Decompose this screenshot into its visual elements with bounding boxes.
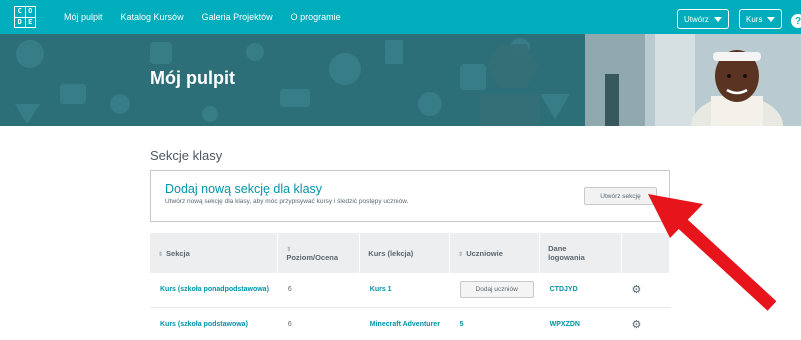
logo-letter-o: O xyxy=(25,7,35,17)
section-login-code-link[interactable]: CTDJYD xyxy=(539,273,622,308)
add-section-description: Utwórz nową sekcję dla klasy, aby móc pr… xyxy=(165,198,409,205)
gear-icon[interactable]: ⚙ xyxy=(632,284,642,296)
section-course-link[interactable]: Kurs 1 xyxy=(359,273,450,308)
page-title: Mój pulpit xyxy=(150,68,235,88)
nav-link-my-dashboard[interactable]: Mój pulpit xyxy=(64,12,103,22)
code-org-logo[interactable]: C O D E xyxy=(14,6,36,28)
section-actions-cell: ⚙ xyxy=(621,273,670,308)
section-students-cell: Dodaj uczniów xyxy=(449,273,540,308)
nav-link-project-gallery[interactable]: Galeria Projektów xyxy=(202,12,273,22)
create-dropdown-label: Utwórz xyxy=(684,14,709,24)
sort-icon: ⇕ xyxy=(458,251,464,258)
course-dropdown-label: Kurs xyxy=(746,14,763,24)
help-icon[interactable]: ? xyxy=(791,14,801,28)
add-section-panel: Dodaj nową sekcję dla klasy Utwórz nową … xyxy=(150,170,670,222)
column-header-section[interactable]: ⇕ Sekcja xyxy=(150,233,279,273)
chevron-down-icon xyxy=(767,16,776,22)
column-header-students-label: Uczniowie xyxy=(466,248,503,258)
top-nav-bar: C O D E Mój pulpit Katalog Kursów Galeri… xyxy=(0,0,801,34)
nav-links: Mój pulpit Katalog Kursów Galeria Projek… xyxy=(64,0,341,34)
section-students-count-link[interactable]: 5 xyxy=(449,307,540,340)
section-name-link[interactable]: Kurs (szkoła podstawowa) xyxy=(150,307,278,340)
course-dropdown-button[interactable]: Kurs xyxy=(739,9,783,29)
column-header-login-label: Dane logowania xyxy=(548,244,585,262)
section-actions-cell: ⚙ xyxy=(621,307,670,340)
add-students-button[interactable]: Dodaj uczniów xyxy=(459,281,534,299)
sections-table: ⇕ Sekcja ⇕ Poziom/Ocena Kurs (lekcja) ⇕ Ucz… xyxy=(150,233,670,340)
column-header-level-label: Poziom/Ocena xyxy=(286,253,339,262)
gear-icon[interactable]: ⚙ xyxy=(632,319,642,331)
add-section-title: Dodaj nową sekcję dla klasy xyxy=(165,182,323,196)
column-header-actions xyxy=(621,233,670,273)
column-header-login: Dane logowania xyxy=(539,233,623,273)
column-header-course-label: Kurs (lekcja) xyxy=(368,248,414,258)
table-row: Kurs (szkoła podstawowa) 6 Minecraft Adv… xyxy=(150,307,670,340)
column-header-students[interactable]: ⇕ Uczniowie xyxy=(449,233,541,273)
logo-letter-d: D xyxy=(15,17,25,27)
column-header-level[interactable]: ⇕ Poziom/Ocena xyxy=(277,233,361,273)
section-login-code-link[interactable]: WPXZDN xyxy=(539,307,622,340)
column-header-course: Kurs (lekcja) xyxy=(359,233,451,273)
logo-letter-e: E xyxy=(25,17,35,27)
dashboard-banner: Mój pulpit xyxy=(0,34,801,126)
logo-letter-c: C xyxy=(15,7,25,17)
section-level: 6 xyxy=(277,307,360,340)
create-dropdown-button[interactable]: Utwórz xyxy=(677,9,729,29)
table-header-row: ⇕ Sekcja ⇕ Poziom/Ocena Kurs (lekcja) ⇕ Ucz… xyxy=(150,233,670,273)
nav-link-course-catalog[interactable]: Katalog Kursów xyxy=(121,12,184,22)
create-section-button[interactable]: Utwórz sekcję xyxy=(584,187,657,205)
sort-icon: ⇕ xyxy=(158,251,164,258)
section-name-link[interactable]: Kurs (szkoła ponadpodstawowa) xyxy=(150,273,278,308)
table-row: Kurs (szkoła ponadpodstawowa) 6 Kurs 1 D… xyxy=(150,273,670,308)
chevron-down-icon xyxy=(713,16,722,22)
section-level: 6 xyxy=(277,273,360,308)
class-sections-heading: Sekcje klasy xyxy=(150,148,223,163)
student-photo xyxy=(585,34,801,126)
section-course-link[interactable]: Minecraft Adventurer xyxy=(359,307,450,340)
nav-link-about[interactable]: O programie xyxy=(291,12,341,22)
column-header-section-label: Sekcja xyxy=(166,248,190,258)
